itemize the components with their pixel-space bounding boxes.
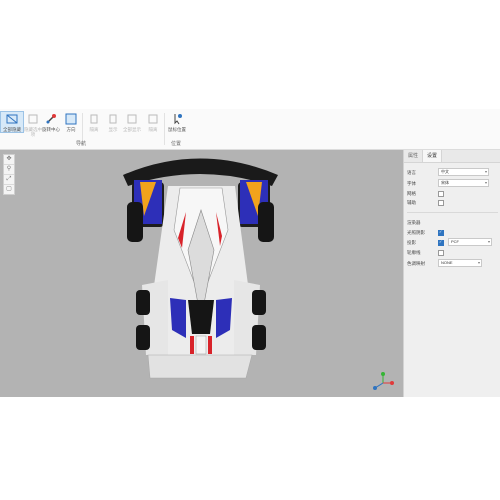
aux-label: 辅助: [407, 200, 416, 205]
car-model[interactable]: [0, 150, 403, 397]
tool-label: 全部隐藏: [3, 127, 21, 132]
group-label-navigation: 导航: [76, 141, 87, 147]
tool-isolate-2[interactable]: 隔离: [142, 112, 164, 132]
panel-tabs: 属性 设置: [404, 150, 500, 163]
projection-checkbox[interactable]: [438, 239, 444, 246]
projection-label: 投影: [407, 240, 416, 245]
tab-settings[interactable]: 设置: [422, 150, 443, 162]
show-all-icon: [127, 114, 137, 124]
separator: [164, 113, 165, 145]
tool-label: 全部显示: [123, 127, 141, 132]
tool-label: 显示: [108, 127, 118, 132]
render-label: 渲染器: [407, 220, 421, 225]
tonemap-label: 色调映射: [407, 261, 425, 266]
language-select[interactable]: 中文: [438, 168, 489, 176]
show-icon: [109, 114, 117, 124]
tool-label: 隔离: [148, 127, 158, 132]
mouse-position-icon: [174, 114, 182, 125]
tool-label: 方向: [66, 127, 76, 132]
3d-viewport[interactable]: ✥ ⚲ ⤢ ▢: [0, 150, 403, 397]
ribbon-toolbar: 全部隐藏 隐藏选中项 旋转中心 方向 隔离 显示 全部显示 隔离 鼠标位置 导航…: [0, 109, 500, 150]
tonemap-select[interactable]: NONE: [438, 259, 482, 267]
isolate-icon: [90, 114, 98, 124]
isolate-icon: [148, 114, 158, 124]
aux-checkbox[interactable]: [438, 200, 444, 206]
shadow-type-select[interactable]: PCF: [448, 238, 492, 246]
edge-checkbox[interactable]: [438, 250, 444, 256]
rotate-center-icon: [46, 114, 56, 124]
divider: [407, 212, 498, 213]
tool-rotate-center[interactable]: 旋转中心: [40, 112, 62, 132]
tool-hide-all[interactable]: 全部隐藏: [0, 111, 24, 133]
hide-selected-icon: [28, 114, 38, 124]
tab-properties[interactable]: 属性: [404, 150, 422, 162]
grid-checkbox[interactable]: [438, 191, 444, 197]
hide-all-icon: [6, 114, 18, 124]
axis-gizmo-icon: [373, 372, 394, 390]
tool-orientation[interactable]: 方向: [60, 112, 82, 132]
tool-label: 隔离: [89, 127, 99, 132]
side-panel: 属性 设置 语言 中文 字体 宋体 网格 辅助 渲染器 光照阴影 投影 PCF …: [403, 150, 500, 397]
grid-label: 网格: [407, 191, 416, 196]
tool-label: 旋转中心: [42, 127, 60, 132]
orientation-icon: [65, 113, 77, 125]
group-label-position: 位置: [171, 141, 182, 147]
language-label: 语言: [407, 170, 416, 175]
edge-label: 轮廓线: [407, 250, 421, 255]
font-label: 字体: [407, 181, 416, 186]
shadow-checkbox[interactable]: [438, 229, 444, 236]
tool-label: 鼠标位置: [168, 127, 186, 132]
shadow-label: 光照阴影: [407, 230, 425, 235]
app-window: 全部隐藏 隐藏选中项 旋转中心 方向 隔离 显示 全部显示 隔离 鼠标位置 导航…: [0, 109, 500, 397]
tool-mouse-position[interactable]: 鼠标位置: [166, 112, 188, 132]
font-select[interactable]: 宋体: [438, 179, 489, 187]
tool-show-all[interactable]: 全部显示: [121, 112, 143, 132]
